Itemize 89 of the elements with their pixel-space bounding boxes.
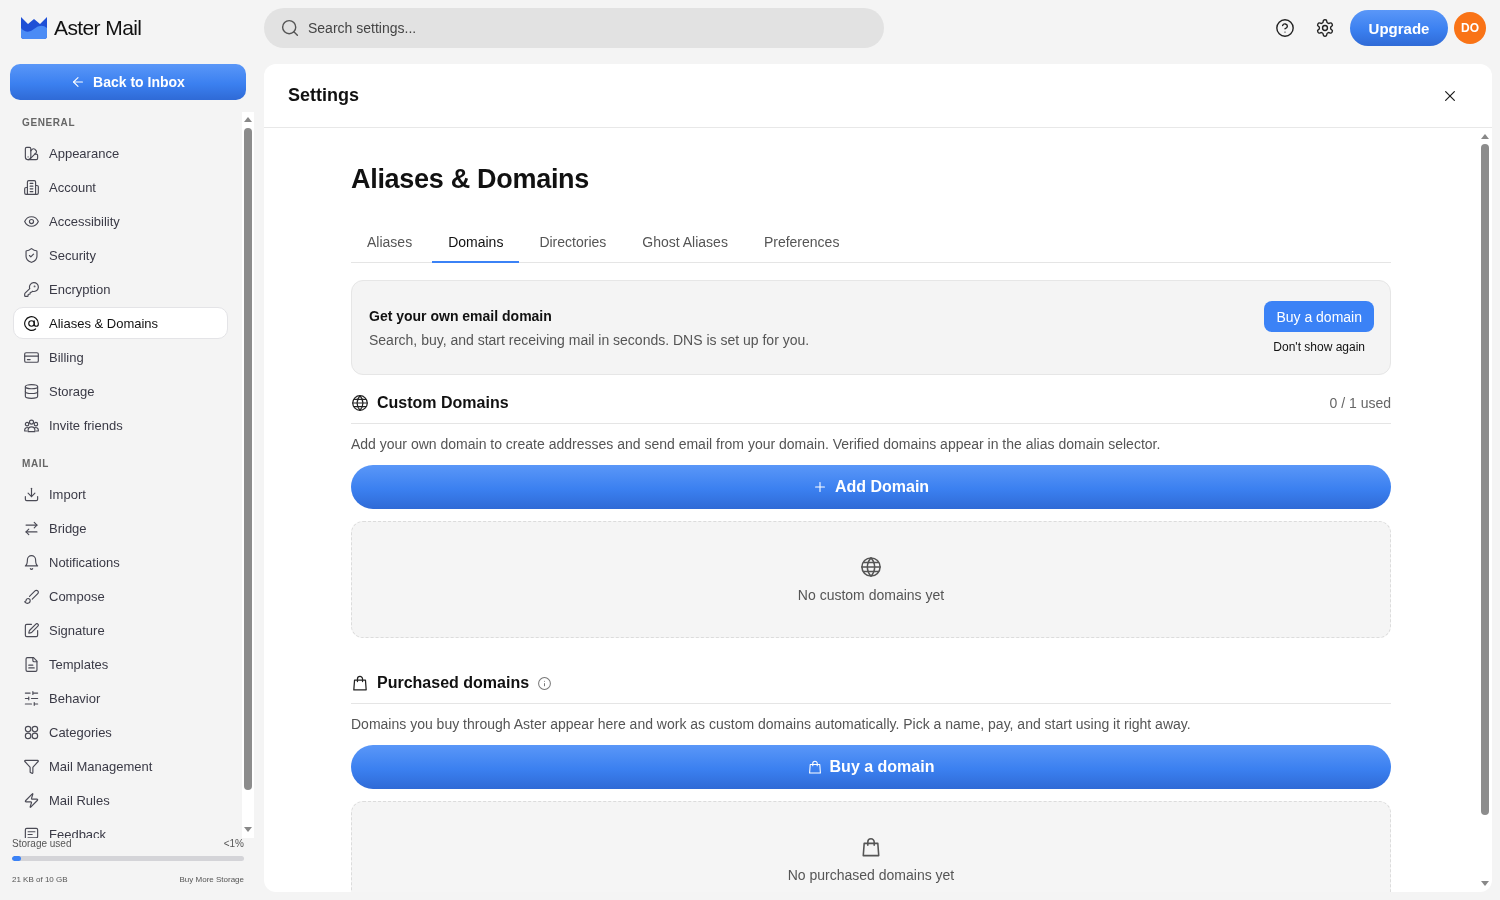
panel-title: Settings xyxy=(288,85,359,106)
filter-icon xyxy=(24,758,39,774)
section-title: Purchased domains xyxy=(377,674,530,692)
help-icon[interactable] xyxy=(1276,19,1294,37)
info-icon[interactable] xyxy=(538,676,552,690)
scroll-down-icon[interactable] xyxy=(1481,881,1489,886)
download-icon xyxy=(24,486,39,502)
pen-square-icon xyxy=(24,622,39,638)
tab[interactable]: Directories xyxy=(523,223,623,263)
nav-item[interactable]: Mail Management xyxy=(13,750,228,782)
empty-state-text: No purchased domains yet xyxy=(787,866,955,883)
back-button[interactable]: Back to Inbox xyxy=(10,64,246,100)
search-icon xyxy=(281,19,299,37)
users-icon xyxy=(24,417,39,433)
nav-item[interactable]: Invite friends xyxy=(13,409,228,441)
nav-item[interactable]: Notifications xyxy=(13,546,228,578)
eye-icon xyxy=(24,213,39,229)
scroll-up-icon[interactable] xyxy=(244,117,252,122)
globe-icon xyxy=(352,395,368,411)
nav-item[interactable]: Aliases & Domains xyxy=(13,307,228,339)
bell-icon xyxy=(24,554,39,570)
lightning-icon xyxy=(24,792,39,808)
buy-domain-button[interactable]: Buy a domain xyxy=(1264,301,1374,332)
dismiss-link[interactable]: Don't show again xyxy=(1273,340,1366,354)
credit-card-icon xyxy=(24,349,39,365)
globe-icon xyxy=(861,556,881,577)
app-name: Aster Mail xyxy=(54,16,142,40)
promo-description: Search, buy, and start receiving mail in seconds. DNS is set up for you. xyxy=(369,331,810,348)
page-title: Aliases & Domains xyxy=(351,163,590,196)
promo-title: Get your own email domain xyxy=(369,307,553,324)
scroll-down-icon[interactable] xyxy=(244,827,252,832)
building-icon xyxy=(24,179,39,195)
shopping-bag-icon xyxy=(352,675,368,691)
plus-icon xyxy=(812,480,827,494)
tab[interactable]: Aliases xyxy=(351,223,429,263)
upgrade-button[interactable]: Upgrade xyxy=(1350,10,1448,46)
swatch-icon xyxy=(24,145,39,161)
nav-item[interactable]: Mail Rules xyxy=(13,784,228,816)
at-sign-icon xyxy=(24,315,39,331)
key-icon xyxy=(24,281,39,297)
database-icon xyxy=(24,383,39,399)
section-label: GENERAL xyxy=(21,116,77,130)
nav-item[interactable]: Accessibility xyxy=(13,205,228,237)
section-title: Custom Domains xyxy=(377,394,509,412)
nav-item[interactable]: Account xyxy=(13,171,228,203)
settings-icon[interactable] xyxy=(1316,19,1334,37)
scroll-up-icon[interactable] xyxy=(1481,134,1489,139)
scrollbar[interactable] xyxy=(242,112,254,838)
tab[interactable]: Preferences xyxy=(747,223,856,263)
scrollbar-thumb[interactable] xyxy=(1481,144,1489,815)
nav-item[interactable]: Storage xyxy=(13,375,228,407)
nav-item[interactable]: Signature xyxy=(13,614,228,646)
sliders-icon xyxy=(24,690,39,706)
nav-item[interactable]: Import xyxy=(13,478,228,510)
document-icon xyxy=(24,656,39,672)
nav-item[interactable]: Bridge xyxy=(13,512,228,544)
empty-state-text: No custom domains yet xyxy=(797,586,945,603)
buy-domain-button[interactable]: Buy a domain xyxy=(351,745,1391,789)
search-field[interactable]: Search settings... xyxy=(264,8,884,48)
nav-item[interactable]: Compose xyxy=(13,580,228,612)
nav-item[interactable]: Encryption xyxy=(13,273,228,305)
storage-label: Storage used xyxy=(12,838,72,850)
nav-item[interactable]: Categories xyxy=(13,716,228,748)
section-description: Add your own domain to create addresses and send email from your domain. Verified domains appear in the alias domain selector. xyxy=(351,435,1162,454)
shield-check-icon xyxy=(24,247,39,263)
buy-storage-link[interactable]: Buy More Storage xyxy=(179,875,244,885)
message-icon xyxy=(24,826,39,838)
shopping-bag-icon xyxy=(861,836,881,857)
arrow-left-icon xyxy=(71,75,86,89)
usage-count: 0 / 1 used xyxy=(1329,395,1391,411)
nav-item[interactable]: Billing xyxy=(13,341,228,373)
nav-item[interactable]: Security xyxy=(13,239,228,271)
tab[interactable]: Ghost Aliases xyxy=(626,223,744,263)
arrows-swap-icon xyxy=(24,520,39,536)
add-domain-button[interactable]: Add Domain xyxy=(351,465,1391,509)
brush-icon xyxy=(24,588,39,604)
nav-item[interactable]: Behavior xyxy=(13,682,228,714)
section-description: Domains you buy through Aster appear here and work as custom domains automatically. Pick a name, pay, and start using it right away. xyxy=(351,715,1192,734)
logo-icon xyxy=(20,16,48,40)
storage-usage: 21 KB of 10 GB xyxy=(12,875,68,885)
nav-item[interactable]: Feedback xyxy=(13,818,228,838)
tab[interactable]: Domains xyxy=(432,223,520,263)
storage-percent: <1% xyxy=(223,838,244,850)
section-label: MAIL xyxy=(21,457,50,471)
grid-icon xyxy=(24,724,39,740)
shopping-bag-icon xyxy=(807,760,822,774)
scrollbar-thumb[interactable] xyxy=(244,128,252,790)
nav-item[interactable]: Appearance xyxy=(13,137,228,169)
nav-item[interactable]: Templates xyxy=(13,648,228,680)
